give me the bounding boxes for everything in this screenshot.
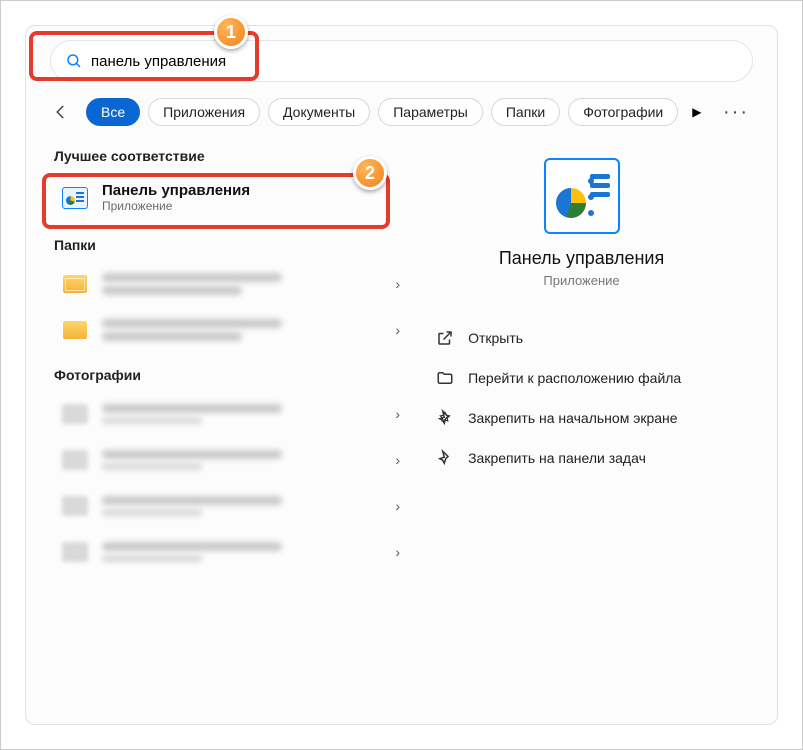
photo-result-2[interactable]: › [50,437,410,483]
content-area: Лучшее соответствие Панель управления Пр… [50,140,753,710]
action-goto-location[interactable]: Перейти к расположению файла [430,360,733,396]
thumbnail-icon [60,491,90,521]
chevron-right-icon: › [395,276,400,292]
chevron-right-icon: › [395,498,400,514]
results-column: Лучшее соответствие Панель управления Пр… [50,140,410,710]
action-label: Закрепить на панели задач [468,450,646,466]
folder-open-icon [436,369,454,387]
preview-column: Панель управления Приложение Открыть Пер… [410,140,753,710]
thumbnail-icon [60,445,90,475]
preview-title: Панель управления [499,248,664,269]
action-pin-start[interactable]: Закрепить на начальном экране [430,400,733,436]
preview-actions: Открыть Перейти к расположению файла Зак… [410,320,753,476]
filter-settings[interactable]: Параметры [378,98,483,126]
result-subtitle: Приложение [102,199,250,213]
result-title: Панель управления [102,182,250,199]
action-label: Перейти к расположению файла [468,370,681,386]
filter-photos[interactable]: Фотографии [568,98,678,126]
annotation-step-1: 1 [214,15,248,49]
preview-subtitle: Приложение [543,273,619,288]
thumbnail-icon [60,537,90,567]
filter-all[interactable]: Все [86,98,140,126]
filter-docs[interactable]: Документы [268,98,370,126]
pin-icon [436,409,454,427]
action-open[interactable]: Открыть [430,320,733,356]
search-window: Все Приложения Документы Параметры Папки… [25,25,778,725]
action-pin-taskbar[interactable]: Закрепить на панели задач [430,440,733,476]
search-input[interactable] [91,53,291,70]
search-icon [65,52,83,70]
pin-icon [436,449,454,467]
folder-result-1[interactable]: › [50,261,410,307]
filter-folders[interactable]: Папки [491,98,560,126]
folder-result-2[interactable]: › [50,307,410,353]
chevron-right-icon: › [395,406,400,422]
photos-header: Фотографии [54,367,410,383]
folder-icon [60,315,90,345]
search-bar[interactable] [50,40,753,82]
folder-icon [60,269,90,299]
filter-apps[interactable]: Приложения [148,98,260,126]
chevron-right-icon: › [395,544,400,560]
annotation-step-2: 2 [353,156,387,190]
photo-result-1[interactable]: › [50,391,410,437]
preview-app-icon [544,158,620,234]
more-filters-icon[interactable]: ▶ [692,105,701,119]
chevron-right-icon: › [395,452,400,468]
action-label: Открыть [468,330,523,346]
thumbnail-icon [60,399,90,429]
folders-header: Папки [54,237,410,253]
photo-result-4[interactable]: › [50,529,410,575]
chevron-right-icon: › [395,322,400,338]
photo-result-3[interactable]: › [50,483,410,529]
back-button[interactable] [50,101,72,123]
filter-row: Все Приложения Документы Параметры Папки… [50,98,753,126]
action-label: Закрепить на начальном экране [468,410,678,426]
overflow-menu[interactable]: ··· [719,101,753,124]
open-icon [436,329,454,347]
control-panel-icon [60,183,90,213]
